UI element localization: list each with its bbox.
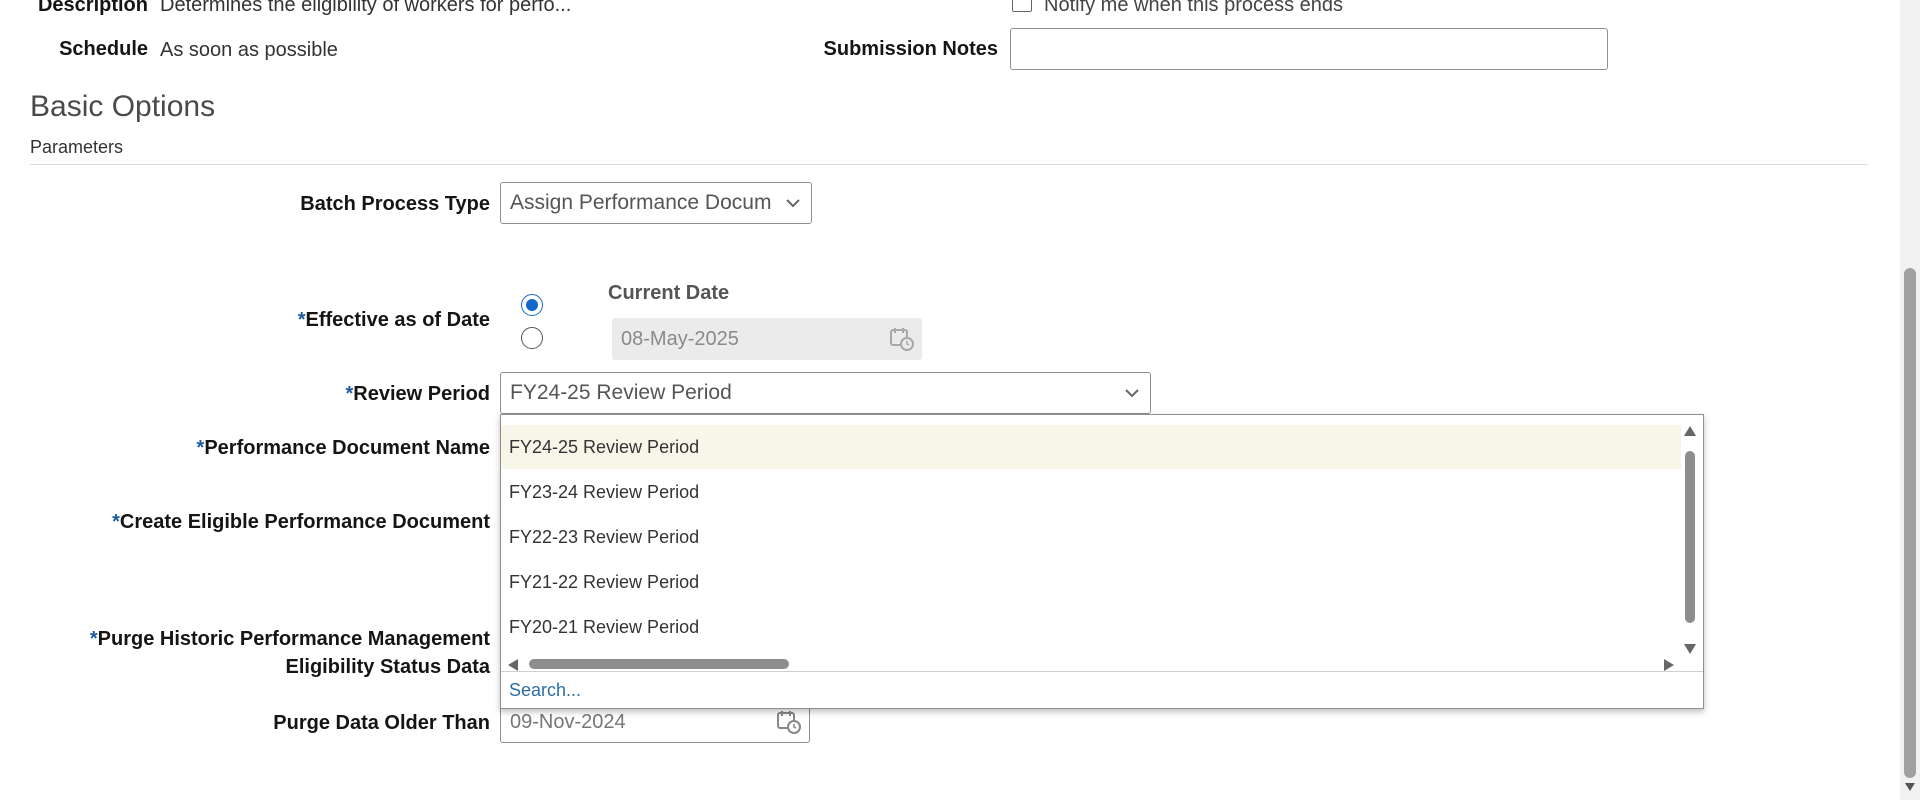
chevron-down-icon — [1114, 373, 1150, 413]
page-scroll-down-icon[interactable] — [1904, 782, 1916, 792]
dropdown-option[interactable]: FY24-25 Review Period — [501, 425, 1681, 469]
specific-date-radio[interactable] — [521, 327, 543, 349]
basic-options-title: Basic Options — [30, 90, 216, 123]
dropdown-option[interactable]: FY23-24 Review Period — [501, 470, 1681, 514]
schedule-label: Schedule — [59, 38, 148, 60]
calendar-clock-icon[interactable] — [769, 709, 809, 735]
vertical-scroll-thumb[interactable] — [1685, 451, 1695, 623]
review-period-label: *Review Period — [345, 383, 490, 405]
scroll-up-icon[interactable] — [1683, 425, 1697, 437]
page-vertical-scrollbar[interactable] — [1900, 0, 1920, 800]
section-divider — [30, 164, 1868, 165]
chevron-down-icon — [775, 183, 811, 223]
dropdown-divider — [501, 671, 1703, 672]
schedule-process-page: Description Determines the eligibility o… — [0, 0, 1920, 800]
current-date-label: Current Date — [608, 282, 730, 304]
search-link[interactable]: Search... — [509, 680, 581, 701]
notify-checkbox[interactable] — [1012, 0, 1032, 12]
review-period-dropdown: FY24-25 Review Period FY23-24 Review Per… — [500, 414, 1704, 709]
schedule-value: As soon as possible — [160, 39, 338, 61]
review-period-value: FY24-25 Review Period — [510, 381, 732, 404]
dropdown-option[interactable]: FY22-23 Review Period — [501, 515, 1681, 559]
dropdown-vertical-scrollbar[interactable] — [1681, 425, 1699, 660]
purge-older-than-value: 09-Nov-2024 — [510, 710, 626, 733]
horizontal-scroll-thumb[interactable] — [529, 659, 789, 669]
scroll-down-icon[interactable] — [1683, 643, 1697, 655]
notify-label: Notify me when this process ends — [1044, 0, 1344, 16]
submission-notes-label: Submission Notes — [823, 38, 998, 60]
effective-date-input: 08-May-2025 — [612, 318, 922, 360]
effective-date-value: 08-May-2025 — [621, 327, 739, 350]
description-value: Determines the eligibility of workers fo… — [160, 0, 572, 16]
dropdown-option[interactable]: FY20-21 Review Period — [501, 605, 1681, 649]
performance-document-name-label: *Performance Document Name — [196, 437, 490, 459]
required-marker: * — [89, 628, 98, 650]
scroll-left-icon[interactable] — [507, 658, 519, 672]
batch-process-type-select[interactable]: Assign Performance Docum — [500, 182, 812, 224]
parameters-label: Parameters — [30, 137, 124, 157]
dropdown-option[interactable]: FY21-22 Review Period — [501, 560, 1681, 604]
purge-historic-label: *Purge Historic Performance Management E… — [89, 628, 490, 678]
create-eligible-label: *Create Eligible Performance Document — [112, 511, 490, 533]
page-scroll-thumb[interactable] — [1904, 268, 1916, 778]
required-marker: * — [112, 511, 120, 533]
batch-process-type-value: Assign Performance Docum — [510, 191, 772, 214]
scroll-right-icon[interactable] — [1663, 658, 1675, 672]
purge-older-than-label: Purge Data Older Than — [273, 712, 490, 734]
calendar-clock-icon — [882, 326, 922, 352]
submission-notes-input[interactable] — [1010, 28, 1608, 70]
review-period-select[interactable]: FY24-25 Review Period — [500, 372, 1151, 414]
description-label: Description — [37, 0, 148, 16]
current-date-radio[interactable] — [521, 294, 543, 316]
batch-process-type-label: Batch Process Type — [300, 193, 490, 215]
effective-date-label: *Effective as of Date — [297, 309, 490, 331]
